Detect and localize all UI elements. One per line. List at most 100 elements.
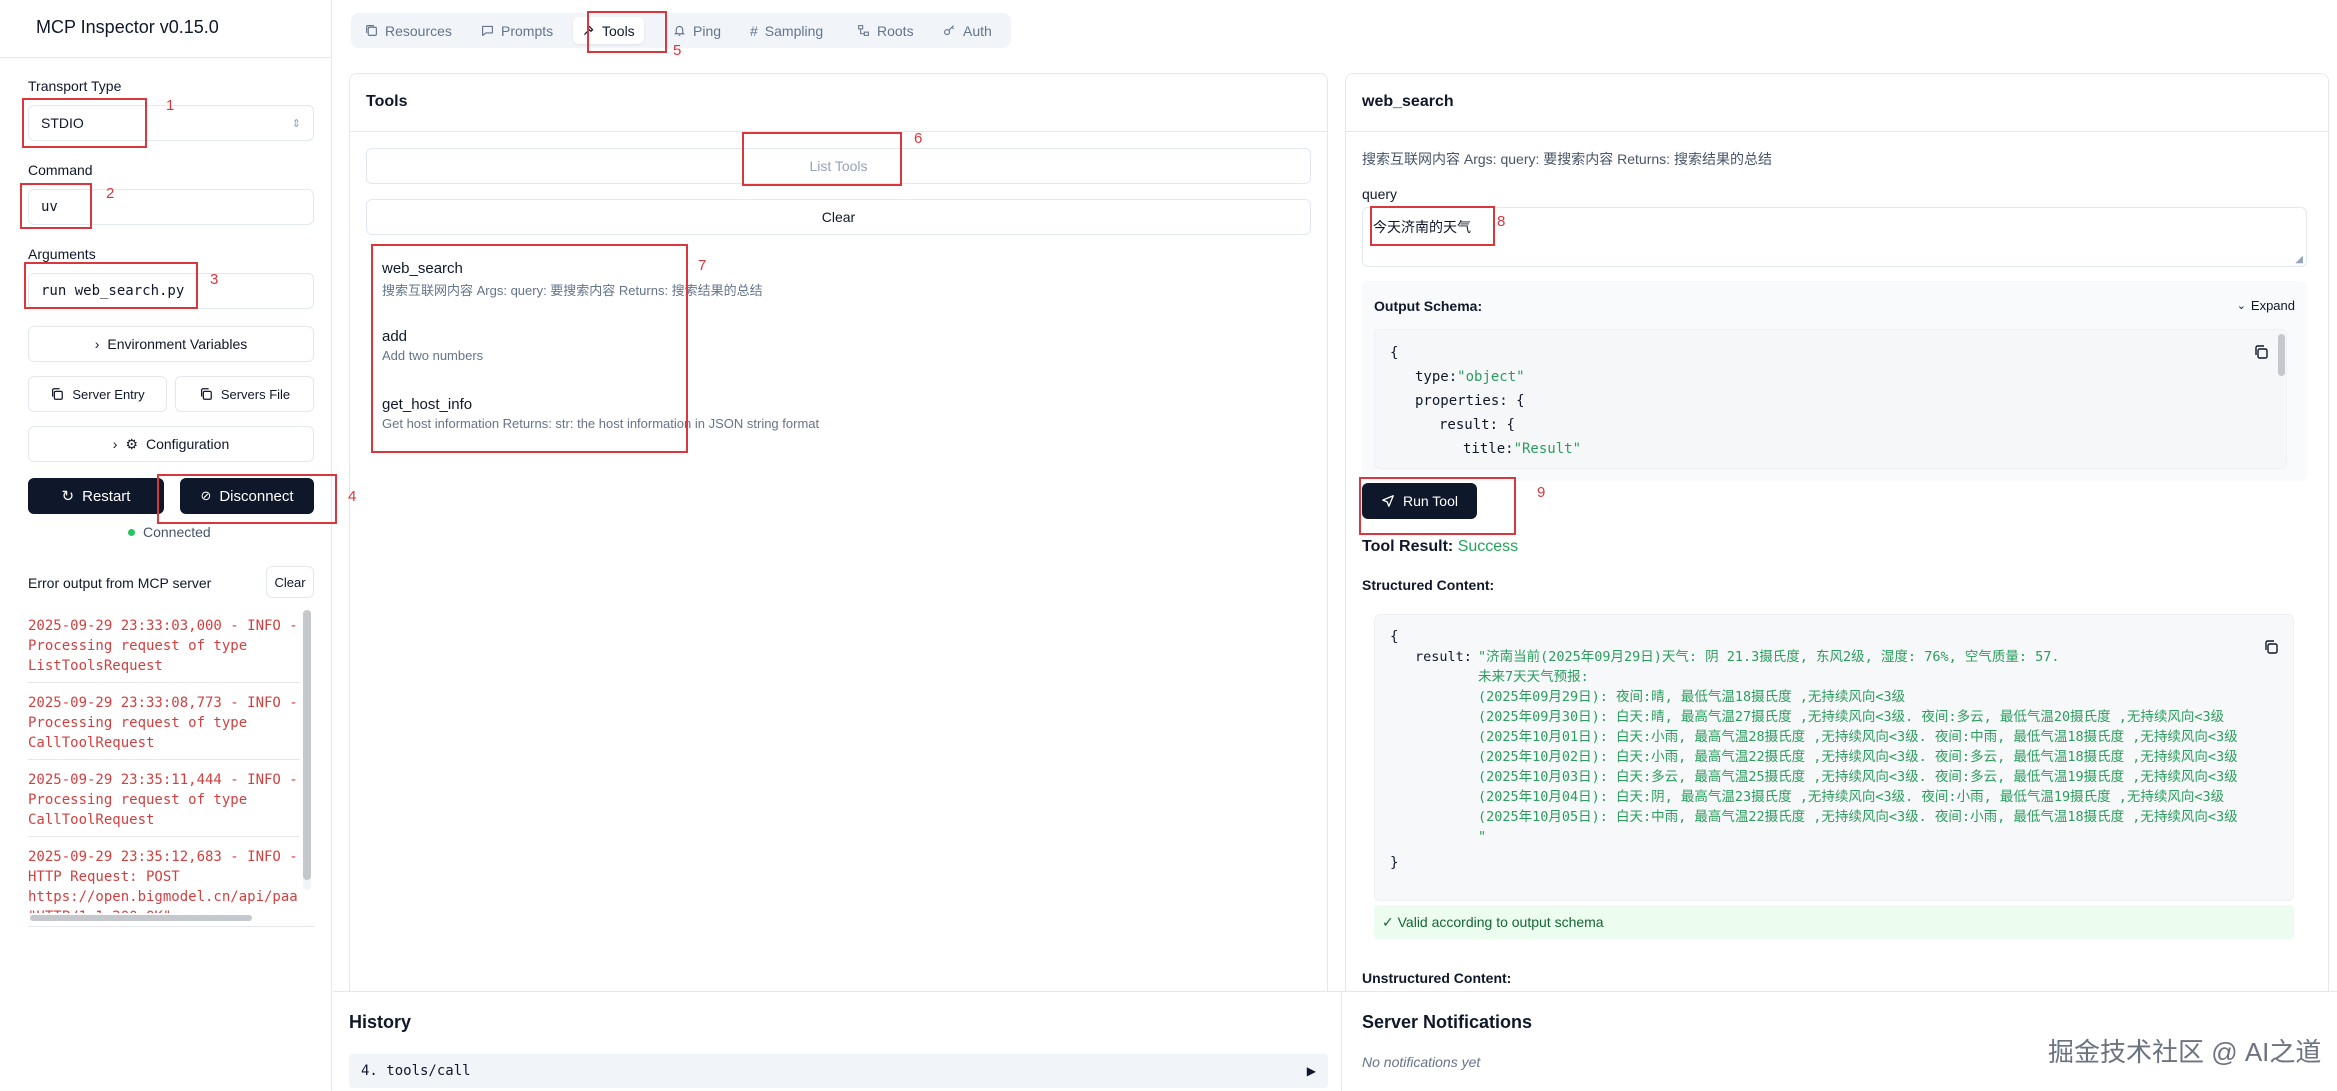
annotation-label: 5 [673,42,682,59]
servers-file-button[interactable]: Servers File [175,376,314,412]
result-line: (2025年10月02日): 白天:小雨, 最高气温22摄氏度 ,无持续风向<3… [1478,749,2238,765]
tool-result-status: Success [1457,538,1519,555]
schema-line: result: { [1439,417,1515,433]
query-value: 今天济南的天气 [1373,219,1471,235]
play-icon: ▶ [1306,1064,1316,1078]
log-divider [28,759,300,760]
schema-code-block: { type:"object" properties: { result: { … [1374,329,2287,469]
tools-panel: Tools List Tools Clear web_search 搜索互联网内… [349,73,1328,1091]
schema-line: { [1390,345,1399,361]
gear-icon: ⚙ [125,435,138,452]
tab-label: Auth [963,22,992,39]
tool-item-get-host-info[interactable]: get_host_info Get host information Retur… [382,396,819,431]
tool-detail-description: 搜索互联网内容 Args: query: 要搜索内容 Returns: 搜索结果… [1362,151,1772,167]
annotation-label: 9 [1537,484,1546,501]
copy-icon [52,388,64,400]
tab-sampling[interactable]: # Sampling [741,17,832,44]
tab-label: Resources [385,22,452,39]
annotation-label: 6 [914,130,923,147]
copy-icon[interactable] [2253,344,2269,360]
tab-ping[interactable]: Ping [664,17,730,44]
resources-icon [366,25,377,36]
roots-icon [858,25,869,36]
arguments-value: run web_search.py [41,283,185,299]
log-divider [28,682,300,683]
hash-icon: # [750,22,758,39]
bell-icon [674,25,685,36]
resize-handle-icon: ◢ [2295,254,2303,265]
arguments-input[interactable]: run web_search.py [28,273,314,309]
key-icon [944,25,954,36]
tools-icon [584,25,594,35]
log-horizontal-scrollbar[interactable] [30,915,252,921]
tool-description: 搜索互联网内容 Args: query: 要搜索内容 Returns: 搜索结果… [382,283,763,298]
unplug-icon: ⊘ [200,488,212,503]
disconnect-button[interactable]: ⊘ Disconnect [180,478,314,514]
servers-file-label: Servers File [220,386,291,402]
tool-description: Get host information Returns: str: the h… [382,416,820,431]
watermark: 掘金技术社区 @ AI之道 [2048,1037,2322,1067]
tools-panel-title: Tools [366,93,408,110]
tab-roots[interactable]: Roots [848,17,923,44]
log-scrollbar-thumb[interactable] [303,610,311,880]
configuration-button[interactable]: › ⚙ Configuration [28,426,314,462]
sidebar-divider [0,57,332,58]
environment-variables-label: Environment Variables [107,336,248,352]
environment-variables-button[interactable]: › Environment Variables [28,326,314,362]
annotation-label: 1 [166,97,175,114]
history-title: History [349,1012,412,1032]
run-tool-label: Run Tool [1402,493,1458,509]
tool-name: get_host_info [382,396,473,413]
clear-tools-button[interactable]: Clear [366,199,1311,235]
command-input[interactable]: uv [28,189,314,225]
chevron-down-icon: ⌄ [2236,300,2246,312]
tab-tools[interactable]: Tools [573,17,644,44]
log-entry: 2025-09-29 23:33:03,000 - INFO - Process… [28,618,298,674]
restart-label: Restart [82,487,131,505]
tab-auth[interactable]: Auth [934,17,1001,44]
restart-button[interactable]: ↻ Restart [28,478,164,514]
result-line: (2025年10月03日): 白天:多云, 最高气温25摄氏度 ,无持续风向<3… [1478,769,2238,785]
annotation-label: 4 [348,488,357,505]
app-title: MCP Inspector v0.15.0 [36,17,219,37]
schema-scrollbar[interactable] [2278,334,2285,376]
schema-line: type:"object" [1415,369,1525,385]
copy-icon[interactable] [2263,639,2279,655]
transport-type-label: Transport Type [28,78,122,94]
query-label: query [1362,186,1398,202]
expand-label: Expand [2250,298,2295,313]
result-key: result: [1415,649,1472,665]
tool-detail-divider [1346,131,2328,132]
expand-button[interactable]: ⌄ Expand [2237,298,2295,313]
error-log-container: 2025-09-29 23:33:03,000 - INFO - Process… [20,606,316,926]
tab-prompts[interactable]: Prompts [472,17,562,44]
result-line: " [1478,829,1487,845]
annotation-label: 3 [210,271,219,288]
tab-resources[interactable]: Resources [356,17,461,44]
tab-label: Roots [877,22,914,39]
log-scrollbar-track[interactable] [303,610,311,890]
notifications-title: Server Notifications [1362,1012,1533,1032]
result-open-brace: { [1390,629,1399,645]
copy-icon [200,388,212,400]
sidebar: MCP Inspector v0.15.0 Transport Type STD… [0,0,332,1091]
history-item[interactable]: 4. tools/call ▶ [349,1054,1328,1088]
bottom-divider [1341,992,1342,1091]
schema-line: title:"Result" [1463,441,1582,457]
transport-type-value: STDIO [41,115,84,131]
clear-logs-button[interactable]: Clear [266,566,314,598]
tool-item-add[interactable]: add Add two numbers [382,328,483,363]
result-line: (2025年10月05日): 白天:中雨, 最高气温22摄氏度 ,无持续风向<3… [1478,809,2238,825]
tool-result-label: Tool Result: [1362,538,1454,555]
run-tool-button[interactable]: Run Tool [1362,483,1477,519]
log-entry: 2025-09-29 23:33:08,773 - INFO - Process… [28,695,298,751]
connection-status: Connected [128,524,211,540]
server-entry-button[interactable]: Server Entry [28,376,167,412]
status-text: Connected [143,524,211,540]
result-line: (2025年09月30日): 白天:晴, 最高气温27摄氏度 ,无持续风向<3级… [1478,709,2225,725]
list-tools-button[interactable]: List Tools [366,148,1311,184]
result-line: (2025年09月29日): 夜间:晴, 最低气温18摄氏度 ,无持续风向<3级 [1478,689,1906,705]
log-divider [28,836,300,837]
error-output-label: Error output from MCP server [28,575,212,591]
chevron-up-down-icon: ⇕ [291,117,301,130]
